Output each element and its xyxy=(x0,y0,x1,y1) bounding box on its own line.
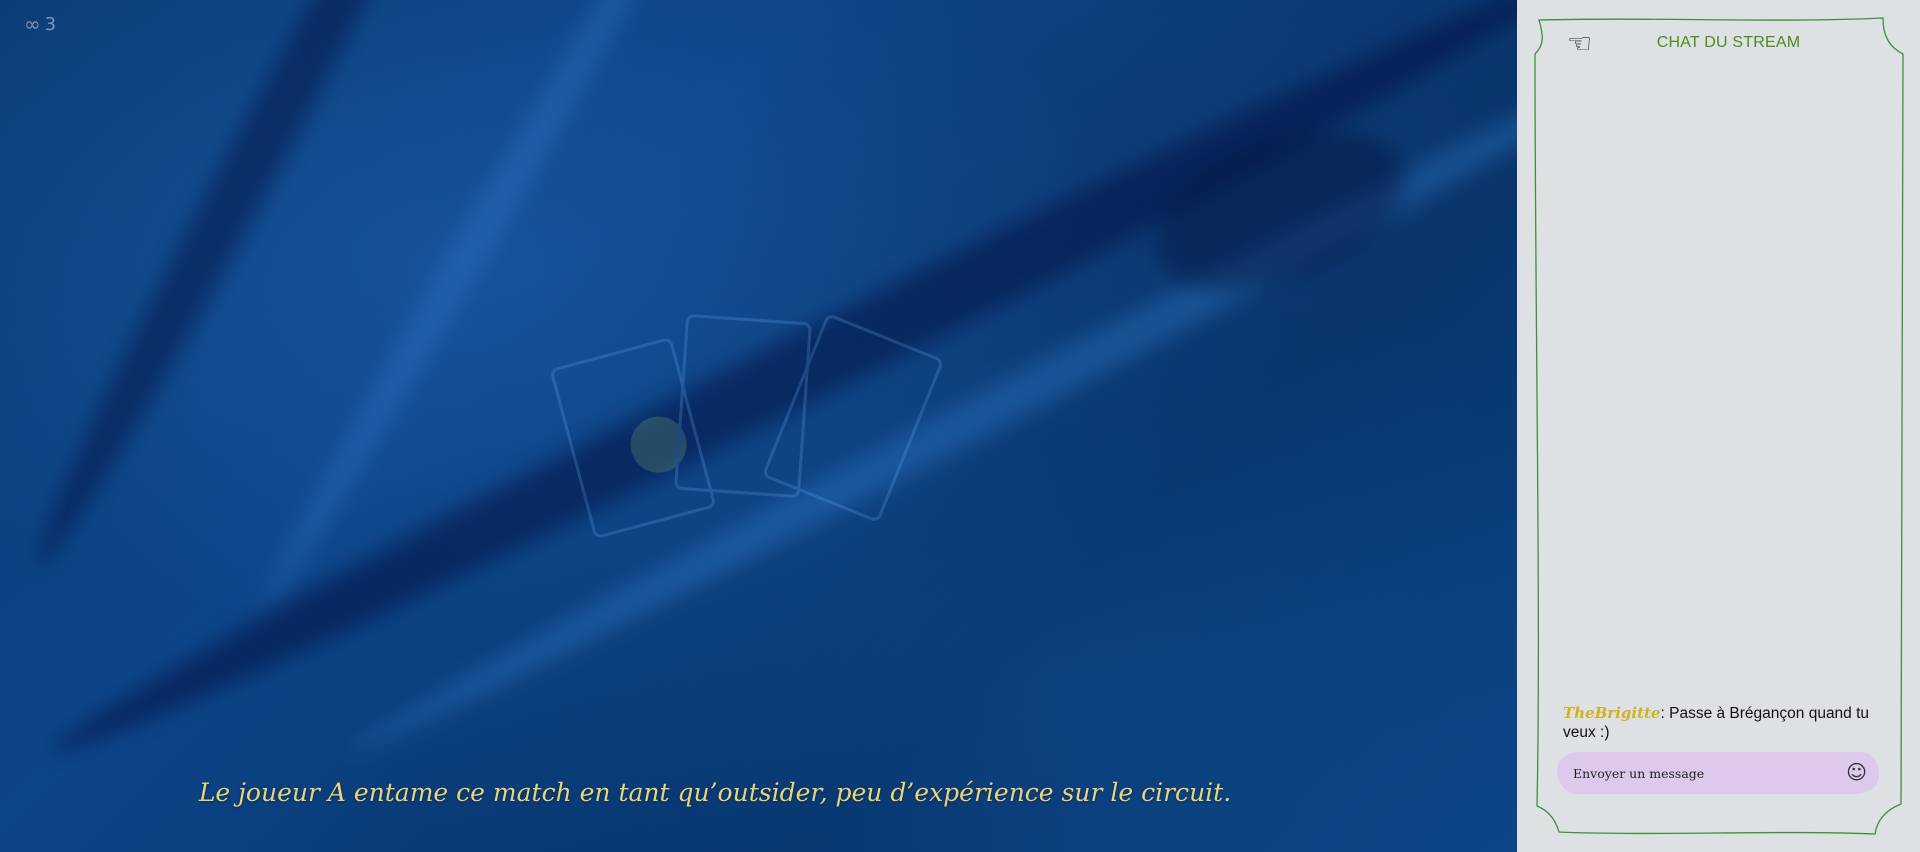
smiley-icon[interactable]: ☺ xyxy=(1846,761,1867,783)
chat-title: CHAT DU STREAM xyxy=(1656,34,1801,51)
chat-input-bar: ☺ xyxy=(1557,752,1879,794)
viewer-counter: ∞ 3 xyxy=(24,12,56,36)
chat-message-list: TheBrigitte: Passe à Brégançon quand tu … xyxy=(1563,704,1875,742)
viewer-count: 3 xyxy=(44,13,57,35)
chat-message: TheBrigitte: Passe à Brégançon quand tu … xyxy=(1563,704,1875,742)
chat-header: ☜ CHAT DU STREAM xyxy=(1531,30,1906,58)
stream-subtitle: Le joueur A entame ce match en tant qu’o… xyxy=(198,778,1232,807)
chat-username[interactable]: TheBrigitte xyxy=(1563,704,1660,722)
chat-separator: : xyxy=(1660,705,1670,722)
fabric-fold xyxy=(14,0,486,578)
app-root: ∞ 3 Le joueur A entame ce match en tant … xyxy=(0,0,1920,852)
tarot-cards-image xyxy=(540,310,945,550)
infinity-icon: ∞ xyxy=(24,12,41,36)
chat-message-input[interactable] xyxy=(1573,761,1823,785)
stream-view[interactable]: ∞ 3 Le joueur A entame ce match en tant … xyxy=(0,0,1517,852)
